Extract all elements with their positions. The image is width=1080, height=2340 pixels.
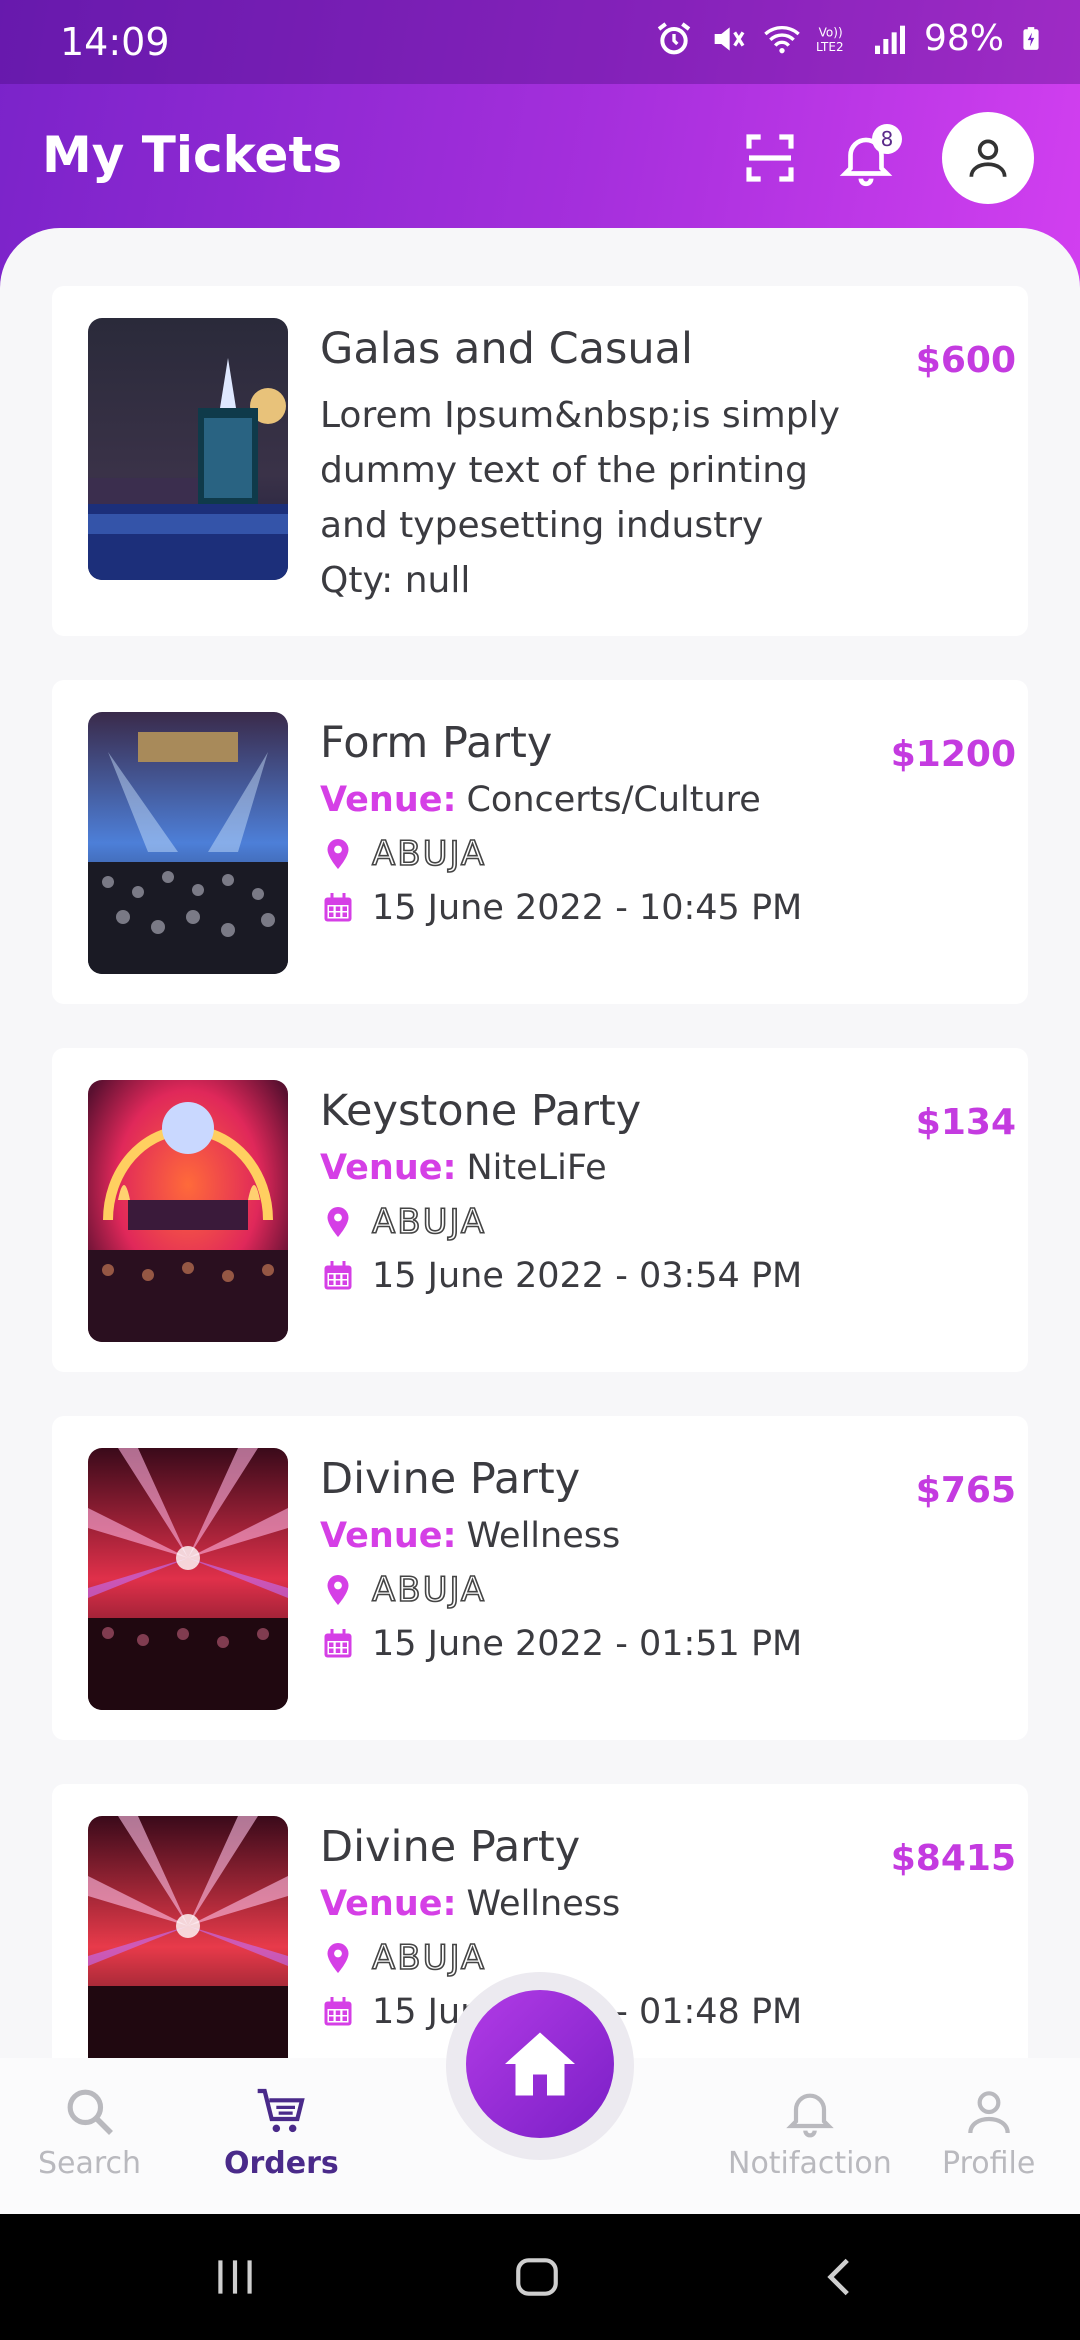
status-icons: Vo)) LTE2 98% xyxy=(654,18,1044,59)
profile-avatar-button[interactable] xyxy=(942,112,1034,204)
user-icon xyxy=(967,2091,1010,2134)
ticket-location: ABUJA xyxy=(320,1937,487,1979)
location-pin-icon xyxy=(327,1943,349,1973)
svg-text:LTE2: LTE2 xyxy=(816,40,844,54)
venue-value: Wellness xyxy=(466,1516,621,1556)
ticket-venue: Venue: Wellness xyxy=(320,1516,620,1556)
calendar-icon xyxy=(324,893,352,922)
ticket-card[interactable]: Keystone Party $134 Venue: NiteLiFe ABUJ… xyxy=(52,1048,1028,1372)
nav-profile-label: Profile xyxy=(942,2146,1036,2181)
ticket-image xyxy=(88,1080,288,1342)
venue-label: Venue: xyxy=(320,1148,457,1188)
venue-value: NiteLiFe xyxy=(466,1148,607,1188)
nav-orders-label: Orders xyxy=(224,2146,339,2181)
ticket-image xyxy=(88,712,288,974)
ticket-city: ABUJA xyxy=(371,1569,487,1611)
ticket-location: ABUJA xyxy=(320,833,487,875)
search-icon xyxy=(67,2089,113,2135)
ticket-city: ABUJA xyxy=(371,833,487,875)
calendar-icon xyxy=(324,1629,352,1658)
home-button[interactable] xyxy=(466,1990,614,2138)
mute-icon xyxy=(714,26,745,51)
ticket-datetime-row: 15 June 2022 - 03:54 PM xyxy=(320,1256,802,1296)
ticket-card[interactable]: Form Party $1200 Venue: Concerts/Culture… xyxy=(52,680,1028,1004)
home-icon xyxy=(505,2032,575,2096)
ticket-image xyxy=(88,1448,288,1710)
calendar-icon xyxy=(324,1261,352,1290)
nav-profile[interactable]: Profile xyxy=(942,2084,1035,2181)
calendar-icon xyxy=(324,1997,352,2026)
venue-label: Venue: xyxy=(320,780,457,820)
home-nav-icon[interactable] xyxy=(510,2252,564,2302)
tickets-list: Galas and Casual $600 Lorem Ipsum&nbsp;i… xyxy=(0,228,1080,2058)
ticket-title: Divine Party xyxy=(320,1822,581,1872)
ticket-datetime: 15 June 2022 - 03:54 PM xyxy=(372,1256,803,1296)
ticket-city: ABUJA xyxy=(371,1937,487,1979)
system-navigation-bar xyxy=(0,2214,1080,2340)
ticket-location: ABUJA xyxy=(320,1569,487,1611)
battery-percent: 98% xyxy=(923,18,1004,59)
cart-icon xyxy=(258,2088,306,2133)
alarm-icon xyxy=(657,21,691,54)
ticket-card[interactable]: Galas and Casual $600 Lorem Ipsum&nbsp;i… xyxy=(52,286,1028,636)
location-pin-icon xyxy=(327,1575,349,1605)
ticket-description: Lorem Ipsum&nbsp;is simply dummy text of… xyxy=(320,388,880,608)
ticket-datetime: 15 June 2022 - 01:51 PM xyxy=(372,1624,803,1664)
ticket-datetime: 15 June 2022 - 10:45 PM xyxy=(372,888,803,928)
ticket-city: ABUJA xyxy=(371,1201,487,1243)
ticket-title: Galas and Casual xyxy=(320,324,693,374)
notifications-button[interactable]: 8 xyxy=(826,118,906,198)
status-time: 14:09 xyxy=(60,20,170,64)
status-bar: 14:09 Vo)) LTE2 98% xyxy=(0,0,1080,84)
ticket-qty: Qty: null xyxy=(320,560,471,601)
ticket-price: $765 xyxy=(915,1470,1016,1511)
ticket-datetime-row: 15 June 2022 - 01:51 PM xyxy=(320,1624,802,1664)
notification-count-badge: 8 xyxy=(872,124,902,154)
ticket-venue: Venue: Concerts/Culture xyxy=(320,780,761,820)
signal-icon xyxy=(874,25,905,54)
ticket-price: $600 xyxy=(915,340,1016,381)
nav-notification-label: Notifaction xyxy=(728,2146,892,2181)
ticket-price: $8415 xyxy=(890,1838,1016,1879)
recent-apps-icon[interactable] xyxy=(210,2252,260,2302)
ticket-datetime-row: 15 June 2022 - 10:45 PM xyxy=(320,888,802,928)
ticket-title: Form Party xyxy=(320,718,553,768)
svg-text:Vo)): Vo)) xyxy=(819,25,843,39)
volte-icon: Vo))LTE2 xyxy=(816,25,844,54)
scan-icon xyxy=(746,134,794,182)
venue-value: Wellness xyxy=(466,1884,621,1924)
nav-notification[interactable]: Notifaction xyxy=(728,2084,892,2181)
page-title: My Tickets xyxy=(42,126,343,184)
location-pin-icon xyxy=(327,1207,349,1237)
ticket-title: Keystone Party xyxy=(320,1086,642,1136)
bell-icon xyxy=(786,2093,834,2138)
scan-button[interactable] xyxy=(730,118,810,198)
nav-search-label: Search xyxy=(38,2146,142,2181)
nav-search[interactable]: Search xyxy=(38,2084,141,2181)
ticket-image xyxy=(88,1816,288,2058)
ticket-location: ABUJA xyxy=(320,1201,487,1243)
ticket-image xyxy=(88,318,288,580)
user-icon xyxy=(969,139,1007,177)
ticket-venue: Venue: NiteLiFe xyxy=(320,1148,607,1188)
venue-label: Venue: xyxy=(320,1516,457,1556)
nav-orders[interactable]: Orders xyxy=(224,2084,339,2181)
battery-charging-icon xyxy=(1023,26,1039,50)
ticket-card[interactable]: Divine Party $765 Venue: Wellness ABUJA … xyxy=(52,1416,1028,1740)
ticket-venue: Venue: Wellness xyxy=(320,1884,620,1924)
venue-value: Concerts/Culture xyxy=(466,780,761,820)
wifi-icon xyxy=(764,25,800,53)
venue-label: Venue: xyxy=(320,1884,457,1924)
ticket-description-text: Lorem Ipsum&nbsp;is simply dummy text of… xyxy=(320,395,840,546)
ticket-title: Divine Party xyxy=(320,1454,581,1504)
ticket-price: $134 xyxy=(915,1102,1016,1143)
back-icon[interactable] xyxy=(816,2252,866,2302)
ticket-price: $1200 xyxy=(890,734,1016,775)
location-pin-icon xyxy=(327,839,349,869)
